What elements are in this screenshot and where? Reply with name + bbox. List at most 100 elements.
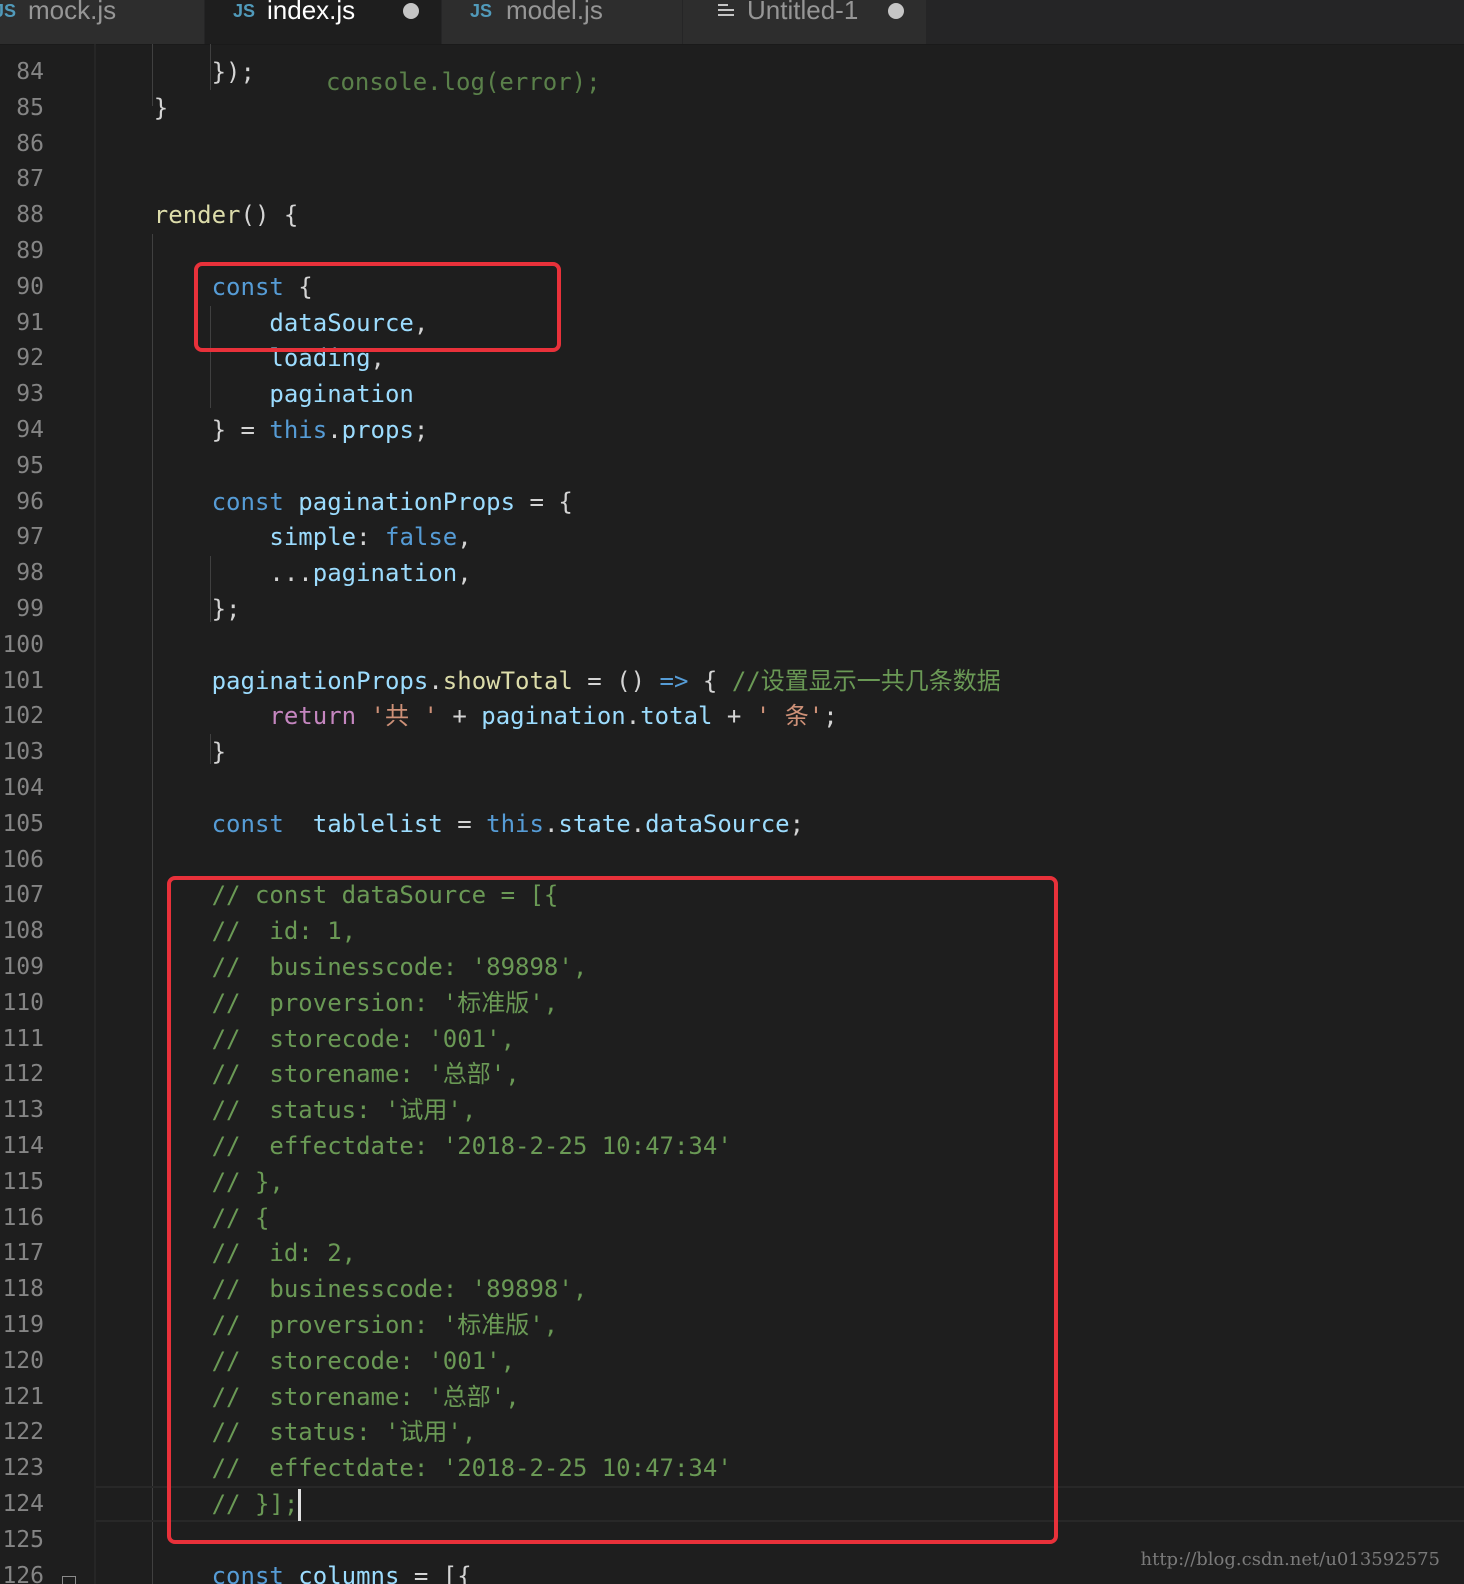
code-line[interactable]: 104 [0, 770, 1464, 806]
line-number: 121 [2, 1383, 44, 1410]
code-token: => [659, 666, 689, 695]
code-token: columns [298, 1561, 400, 1584]
line-number: 92 [16, 345, 44, 372]
code-token: paginationProps [298, 487, 516, 516]
code-token: }); [96, 58, 255, 86]
code-editor[interactable]: console.log(error); 84 }); 85 } 86 87 88 ren… [0, 44, 1464, 1584]
code-line[interactable]: 98 ...pagination, [0, 555, 1464, 591]
code-text: }; [96, 591, 241, 627]
code-token: ; [413, 416, 429, 444]
line-number: 87 [16, 166, 44, 193]
line-number: 102 [2, 703, 44, 730]
code-line[interactable]: 105 const tablelist = this.state.dataSou… [0, 806, 1464, 842]
code-token: props [341, 416, 414, 444]
code-line[interactable]: 94 } = this.props; [0, 412, 1464, 448]
code-token: { [688, 666, 732, 695]
code-text: ...pagination, [96, 555, 472, 591]
line-number: 91 [16, 309, 44, 336]
code-line[interactable]: 87 [0, 161, 1464, 197]
code-line[interactable]: 88 render() { [0, 197, 1464, 233]
line-number: 110 [2, 989, 44, 1016]
code-token: = [442, 809, 487, 838]
code-line[interactable]: 103 } [0, 734, 1464, 770]
code-line[interactable]: 86 [0, 126, 1464, 162]
line-number: 101 [2, 667, 44, 694]
code-token: simple [96, 523, 357, 552]
line-number: 99 [16, 596, 44, 622]
line-number: 90 [16, 273, 44, 300]
watermark-text: http://blog.csdn.net/u013592575 [1140, 1549, 1441, 1570]
code-token: = { [515, 487, 573, 516]
code-token: . [625, 702, 641, 731]
code-line[interactable]: 106 [0, 842, 1464, 878]
line-number: 126 [2, 1562, 44, 1584]
code-token: pagination [481, 702, 626, 731]
line-number: 109 [2, 954, 44, 980]
line-number: 107 [2, 882, 44, 909]
code-token: paginationProps [96, 666, 429, 695]
line-number: 88 [16, 202, 44, 229]
code-text: } [96, 734, 226, 770]
code-token: = () [572, 666, 660, 695]
code-token: } = [96, 416, 270, 444]
code-token: . [630, 809, 646, 838]
code-line[interactable]: 93 pagination [0, 376, 1464, 412]
code-token: , [457, 559, 472, 588]
tab-mock-js[interactable]: JS mock.js [0, 0, 205, 44]
code-line[interactable]: 85 } [0, 90, 1464, 126]
code-token: : [356, 523, 385, 552]
editor-tab-bar: JS mock.js JS index.js JS model.js Untit… [0, 0, 1464, 45]
code-token: const [96, 1561, 284, 1584]
line-number: 120 [2, 1347, 44, 1374]
line-number: 124 [2, 1491, 44, 1517]
unsaved-dot-icon[interactable] [888, 3, 904, 19]
highlight-box-commented-datasource [167, 876, 1058, 1544]
code-line[interactable]: 102 return '共 ' + pagination.total + ' 条… [0, 698, 1464, 734]
line-number: 103 [2, 739, 44, 766]
line-number: 115 [2, 1168, 44, 1195]
code-text: render() { [96, 197, 299, 233]
unsaved-dot-icon[interactable] [403, 3, 419, 19]
code-token: }; [96, 595, 241, 623]
code-line[interactable]: 96 const paginationProps = { [0, 484, 1464, 520]
line-number: 93 [16, 381, 44, 408]
code-text: }); [96, 54, 255, 90]
tab-index-js[interactable]: JS index.js [205, 0, 442, 44]
tab-label: mock.js [28, 0, 117, 25]
code-token: pagination [312, 559, 458, 588]
line-number: 97 [16, 524, 44, 551]
code-text: const tablelist = this.state.dataSource; [96, 806, 804, 842]
code-token: + [437, 702, 482, 731]
code-text: } = this.props; [96, 412, 429, 448]
code-token: //设置显示一共几条数据 [731, 666, 1001, 695]
code-line[interactable]: 101 paginationProps.showTotal = () => { … [0, 663, 1464, 699]
tab-untitled-1[interactable]: Untitled-1 [683, 0, 927, 44]
code-line[interactable]: 97 simple: false, [0, 519, 1464, 555]
code-line[interactable]: 99 }; [0, 591, 1464, 627]
code-token: ; [789, 809, 805, 838]
line-number: 98 [16, 560, 44, 587]
code-line[interactable]: 84 }); [0, 54, 1464, 90]
code-token: + [712, 702, 756, 731]
code-text: } [96, 90, 168, 126]
code-token: tablelist [312, 809, 443, 838]
line-number: 84 [16, 59, 44, 85]
code-token: this [486, 809, 544, 838]
code-token: '共 ' [370, 702, 438, 731]
code-token: ' 条' [755, 702, 824, 731]
line-number: 108 [2, 918, 44, 945]
code-line[interactable]: 95 [0, 448, 1464, 484]
code-text: const columns = [{ [96, 1558, 472, 1584]
line-number: 117 [2, 1240, 44, 1267]
code-token: false [385, 523, 458, 552]
code-token: ; [823, 702, 838, 731]
line-number: 106 [2, 846, 44, 873]
line-number: 94 [16, 417, 44, 443]
line-number: 125 [2, 1526, 44, 1553]
line-number: 95 [16, 452, 44, 479]
tab-model-js[interactable]: JS model.js [442, 0, 683, 44]
line-number: 105 [2, 810, 44, 837]
highlight-box-destructuring [194, 262, 561, 352]
fold-toggle-icon[interactable] [62, 1575, 76, 1584]
code-line[interactable]: 100 [0, 627, 1464, 663]
